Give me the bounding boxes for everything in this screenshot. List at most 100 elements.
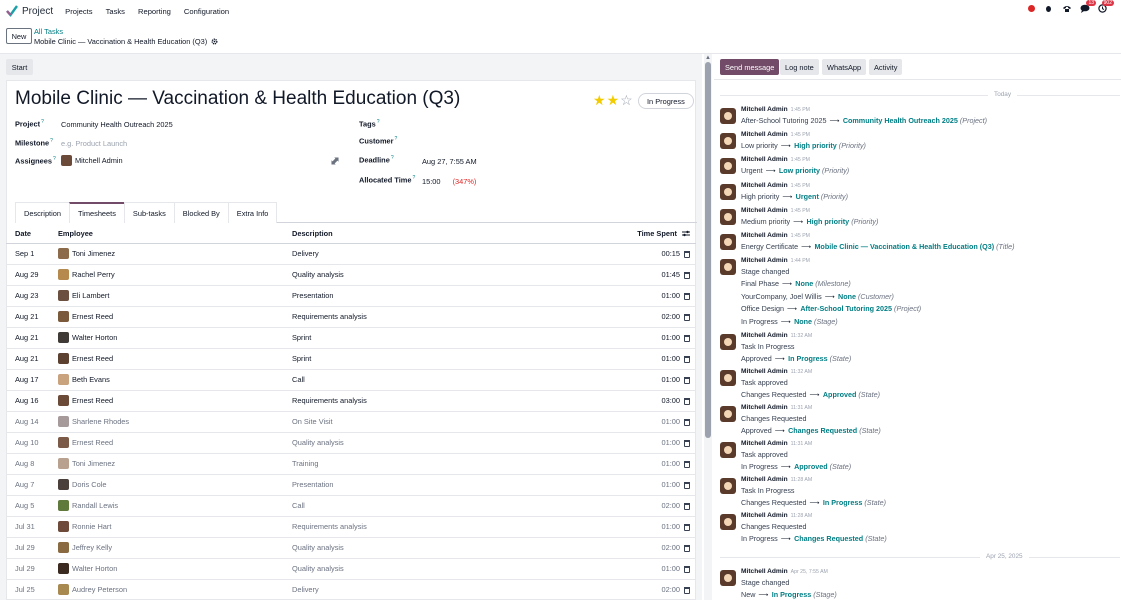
cell-date[interactable]: Jul 29: [6, 558, 58, 580]
trash-icon[interactable]: [684, 355, 690, 363]
message-author[interactable]: Mitchell Admin 1:45 PM: [741, 207, 810, 214]
message-author[interactable]: Mitchell Admin 11:31 AM: [741, 440, 812, 447]
allocated-time-value[interactable]: 15:00: [422, 177, 441, 186]
table-row[interactable]: Aug 5 Randall Lewis Call 02:00: [6, 495, 696, 517]
cell-time[interactable]: 01:00: [622, 369, 696, 391]
cell-employee[interactable]: Ernest Reed: [58, 348, 292, 370]
cell-description[interactable]: Training: [292, 453, 622, 475]
cell-employee[interactable]: Doris Cole: [58, 474, 292, 496]
activity-button[interactable]: Activity: [869, 59, 903, 75]
table-row[interactable]: Aug 21 Ernest Reed Sprint 01:00: [6, 348, 696, 370]
table-row[interactable]: Jul 29 Walter Horton Quality analysis 01:00: [6, 558, 696, 580]
cell-description[interactable]: Call: [292, 495, 622, 517]
trash-icon[interactable]: [684, 565, 690, 573]
priority-stars[interactable]: ★ ★ ☆: [593, 93, 633, 107]
cell-description[interactable]: Quality analysis: [292, 264, 622, 286]
message-author[interactable]: Mitchell Admin 1:45 PM: [741, 106, 810, 113]
table-row[interactable]: Aug 23 Eli Lambert Presentation 01:00: [6, 285, 696, 307]
cell-description[interactable]: On Site Visit: [292, 411, 622, 433]
message-author[interactable]: Mitchell Admin Apr 25, 7:55 AM: [741, 568, 828, 575]
avatar[interactable]: [720, 158, 736, 174]
message-author[interactable]: Mitchell Admin 11:32 AM: [741, 368, 812, 375]
cell-description[interactable]: Quality analysis: [292, 537, 622, 559]
cell-employee[interactable]: Rachel Perry: [58, 264, 292, 286]
cell-date[interactable]: Jul 25: [6, 579, 58, 600]
trash-icon[interactable]: [684, 418, 690, 426]
scrollbar-thumb[interactable]: [705, 62, 711, 438]
new-button[interactable]: New: [6, 28, 32, 44]
cell-date[interactable]: Aug 17: [6, 369, 58, 391]
cell-employee[interactable]: Jeffrey Kelly: [58, 537, 292, 559]
menu-tasks[interactable]: Tasks: [106, 7, 125, 16]
cell-date[interactable]: Aug 14: [6, 411, 58, 433]
tab-timesheets[interactable]: Timesheets: [68, 202, 125, 223]
col-employee-header[interactable]: Employee: [58, 224, 292, 244]
cell-time[interactable]: 03:00: [622, 390, 696, 412]
trash-icon[interactable]: [684, 292, 690, 300]
avatar[interactable]: [720, 334, 736, 350]
trash-icon[interactable]: [684, 313, 690, 321]
col-description-header[interactable]: Description: [292, 224, 622, 244]
tab-description[interactable]: Description: [15, 202, 70, 223]
bug-icon[interactable]: [1044, 4, 1053, 13]
cell-time[interactable]: 01:00: [622, 558, 696, 580]
tab-sub-tasks[interactable]: Sub-tasks: [123, 202, 175, 223]
table-row[interactable]: Aug 10 Ernest Reed Quality analysis 01:00: [6, 432, 696, 454]
cell-time[interactable]: 02:00: [622, 495, 696, 517]
chat-icon[interactable]: 13: [1080, 0, 1096, 13]
table-row[interactable]: Aug 14 Sharlene Rhodes On Site Visit 01:00: [6, 411, 696, 433]
cell-description[interactable]: Delivery: [292, 579, 622, 600]
cell-time[interactable]: 01:00: [622, 516, 696, 538]
allocated-time-field[interactable]: 15:00 (347%): [422, 177, 476, 186]
whatsapp-button[interactable]: WhatsApp: [822, 59, 867, 75]
avatar[interactable]: [720, 108, 736, 124]
trash-icon[interactable]: [684, 481, 690, 489]
avatar[interactable]: [720, 514, 736, 530]
cell-description[interactable]: Call: [292, 369, 622, 391]
cell-employee[interactable]: Sharlene Rhodes: [58, 411, 292, 433]
breadcrumb-all-tasks[interactable]: All Tasks: [34, 27, 63, 36]
cell-time[interactable]: 01:00: [622, 411, 696, 433]
avatar[interactable]: [720, 184, 736, 200]
trash-icon[interactable]: [684, 502, 690, 510]
phone-icon[interactable]: [1062, 4, 1071, 13]
cell-date[interactable]: Aug 8: [6, 453, 58, 475]
table-row[interactable]: Aug 16 Ernest Reed Requirements analysis 03…: [6, 390, 696, 412]
cell-date[interactable]: Aug 23: [6, 285, 58, 307]
cell-employee[interactable]: Toni Jimenez: [58, 243, 292, 265]
cell-employee[interactable]: Ronnie Hart: [58, 516, 292, 538]
cell-time[interactable]: 01:00: [622, 474, 696, 496]
cell-description[interactable]: Delivery: [292, 243, 622, 265]
cell-employee[interactable]: Beth Evans: [58, 369, 292, 391]
table-row[interactable]: Sep 1 Toni Jimenez Delivery 00:15: [6, 243, 696, 265]
trash-icon[interactable]: [684, 271, 690, 279]
cell-employee[interactable]: Audrey Peterson: [58, 579, 292, 600]
cell-time[interactable]: 01:00: [622, 432, 696, 454]
cell-employee[interactable]: Randall Lewis: [58, 495, 292, 517]
state-selector[interactable]: In Progress: [638, 93, 694, 109]
table-row[interactable]: Jul 31 Ronnie Hart Requirements analysis 01…: [6, 516, 696, 538]
cell-description[interactable]: Quality analysis: [292, 432, 622, 454]
table-row[interactable]: Aug 29 Rachel Perry Quality analysis 01:45: [6, 264, 696, 286]
cell-date[interactable]: Sep 1: [6, 243, 58, 265]
column-settings-icon[interactable]: [682, 230, 690, 237]
menu-reporting[interactable]: Reporting: [138, 7, 171, 16]
cell-time[interactable]: 00:15: [622, 243, 696, 265]
table-row[interactable]: Jul 29 Jeffrey Kelly Quality analysis 02:00: [6, 537, 696, 559]
cell-description[interactable]: Quality analysis: [292, 558, 622, 580]
trash-icon[interactable]: [684, 544, 690, 552]
cell-employee[interactable]: Walter Horton: [58, 558, 292, 580]
message-author[interactable]: Mitchell Admin 1:44 PM: [741, 257, 810, 264]
cell-date[interactable]: Aug 21: [6, 327, 58, 349]
cell-employee[interactable]: Toni Jimenez: [58, 453, 292, 475]
trash-icon[interactable]: [684, 250, 690, 258]
cell-time[interactable]: 01:00: [622, 327, 696, 349]
cell-time[interactable]: 02:00: [622, 579, 696, 600]
avatar[interactable]: [720, 234, 736, 250]
cell-employee[interactable]: Ernest Reed: [58, 432, 292, 454]
menu-projects[interactable]: Projects: [65, 7, 92, 16]
task-title[interactable]: Mobile Clinic — Vaccination & Health Edu…: [15, 88, 460, 110]
cell-description[interactable]: Requirements analysis: [292, 516, 622, 538]
project-field[interactable]: Community Health Outreach 2025: [61, 120, 173, 129]
cell-description[interactable]: Requirements analysis: [292, 390, 622, 412]
